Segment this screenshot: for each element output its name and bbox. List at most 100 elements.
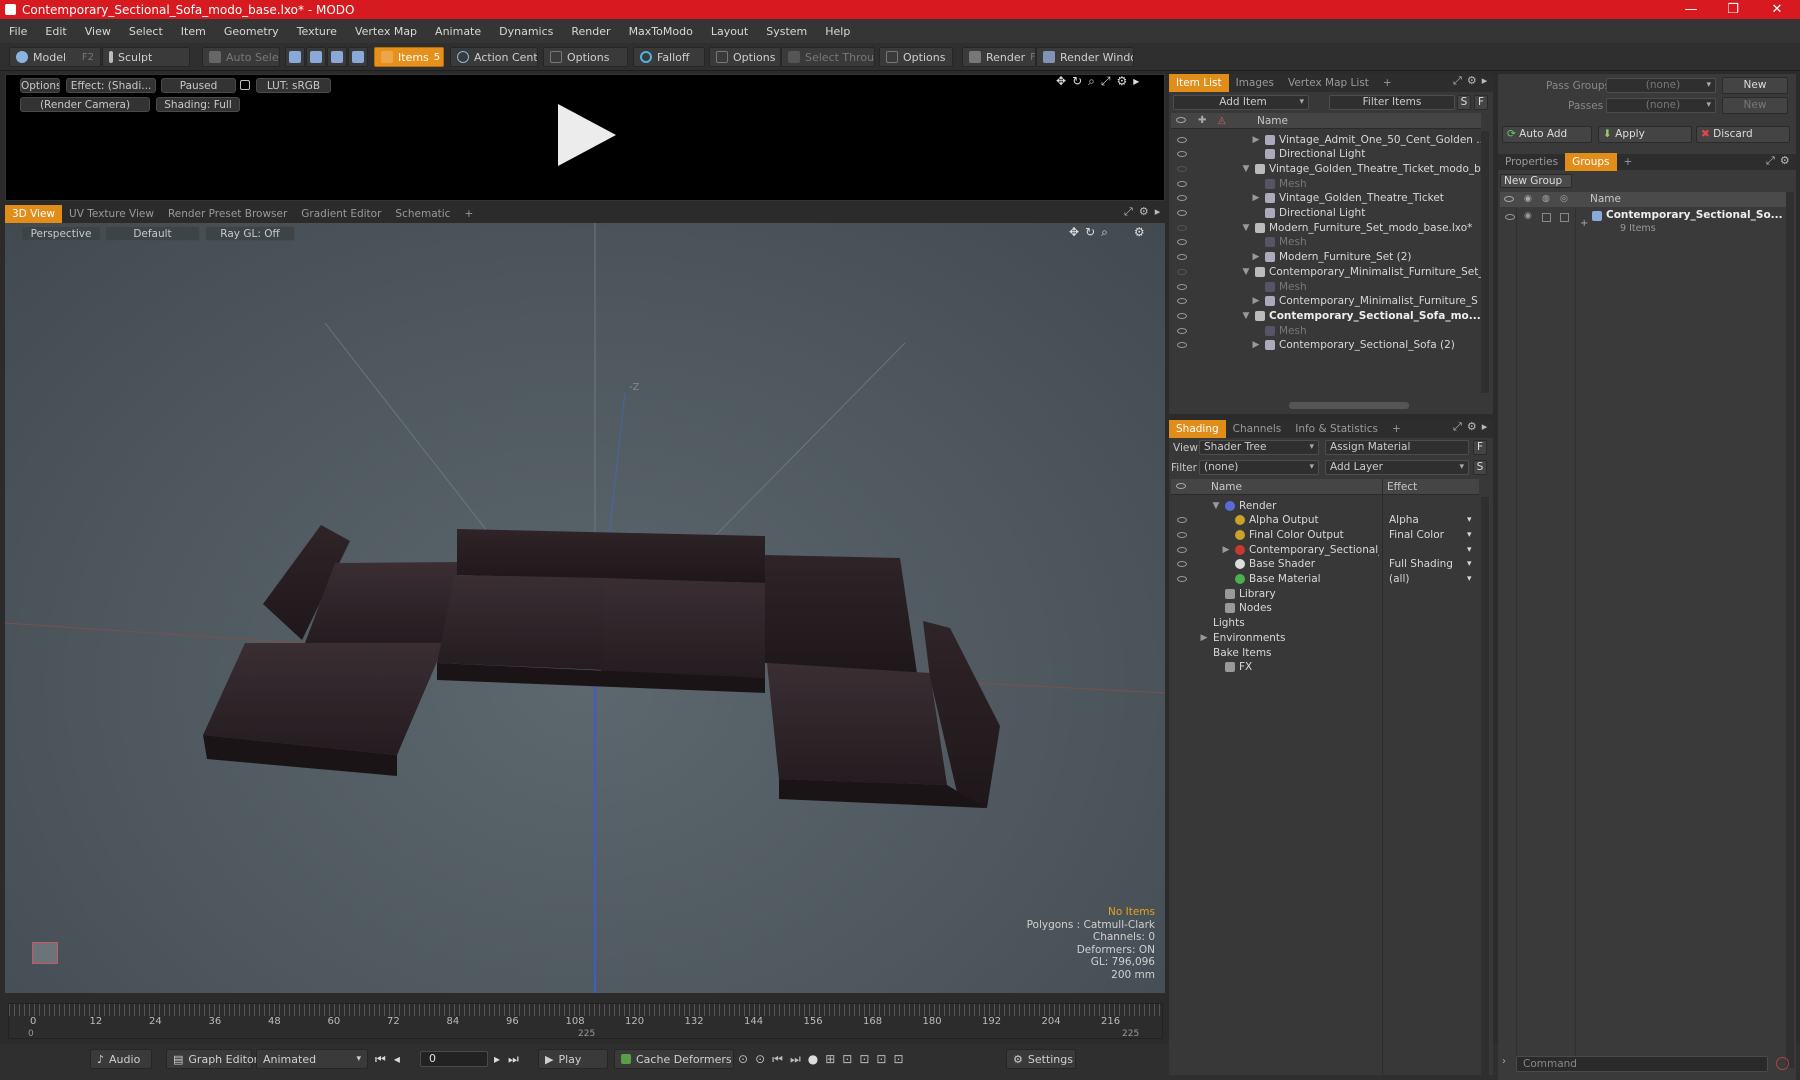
visibility-eye-icon[interactable]: [1177, 298, 1187, 305]
visibility-eye-icon[interactable]: [1177, 327, 1187, 334]
key-settings-icon[interactable]: ⊞: [825, 1052, 835, 1067]
frame-input[interactable]: 0: [420, 1051, 488, 1067]
key-icon[interactable]: ⊙: [755, 1052, 765, 1067]
minimize-button[interactable]: —: [1668, 0, 1714, 19]
select-through-button[interactable]: Select Through: [781, 47, 875, 67]
sofa-model[interactable]: [5, 223, 1165, 993]
tab-channels[interactable]: Channels: [1226, 420, 1289, 438]
step-forward-icon[interactable]: ▸: [494, 1052, 500, 1067]
menu-view[interactable]: View: [76, 25, 120, 38]
shading-f-button[interactable]: F: [1473, 440, 1487, 455]
auto-add-button[interactable]: ⟳ Auto Add: [1502, 126, 1592, 143]
visibility-eye-icon[interactable]: [1177, 239, 1187, 246]
assign-material-button[interactable]: Assign Material: [1325, 440, 1469, 455]
visibility-eye-icon[interactable]: [1177, 165, 1187, 172]
group-visibility-icon[interactable]: [1505, 214, 1515, 220]
new-pass-button[interactable]: New: [1722, 97, 1788, 114]
vertex-select-button[interactable]: [285, 47, 305, 67]
visibility-eye-icon[interactable]: [1177, 517, 1187, 524]
tab-info-statistics[interactable]: Info & Statistics: [1288, 420, 1385, 438]
expand-arrow-icon[interactable]: ▼: [1211, 501, 1221, 511]
menu-system[interactable]: System: [757, 25, 816, 38]
expand-arrow-icon[interactable]: ▶: [1251, 340, 1261, 350]
visibility-eye-icon[interactable]: [1177, 531, 1187, 538]
visibility-eye-icon[interactable]: [1177, 210, 1187, 216]
visibility-eye-icon[interactable]: [1177, 268, 1187, 275]
filter-dropdown[interactable]: (none): [1199, 460, 1319, 475]
menu-file[interactable]: File: [0, 25, 36, 38]
gear-icon[interactable]: ⚙: [1467, 74, 1477, 88]
record-icon[interactable]: ●: [808, 1052, 818, 1067]
animated-dropdown[interactable]: Animated ▾: [256, 1049, 368, 1069]
expand-arrow-icon[interactable]: ▶: [1251, 296, 1261, 306]
items-mode-button[interactable]: Items 5: [374, 47, 444, 67]
command-history-icon[interactable]: [1776, 1057, 1789, 1070]
chevron-down-icon[interactable]: ▾: [1467, 545, 1472, 555]
go-to-start-icon[interactable]: ⏮: [375, 1052, 386, 1067]
tab-schematic[interactable]: Schematic: [388, 205, 457, 223]
maximize-button[interactable]: ❐: [1710, 0, 1756, 19]
zoom-icon[interactable]: ⌕: [1088, 74, 1095, 89]
menu-dynamics[interactable]: Dynamics: [490, 25, 562, 38]
options-button-2[interactable]: Options: [709, 47, 781, 67]
audio-button[interactable]: ♪ Audio: [90, 1049, 152, 1069]
arrow-right-icon[interactable]: ▸: [1155, 205, 1161, 219]
key-icon[interactable]: ⊡: [859, 1052, 869, 1067]
graph-editor-button[interactable]: ▤ Graph Editor: [166, 1049, 258, 1069]
expand-arrow-icon[interactable]: ▶: [1199, 633, 1209, 643]
preview-options-button[interactable]: Options: [20, 78, 60, 93]
visibility-eye-icon[interactable]: [1177, 151, 1187, 158]
visibility-eye-icon[interactable]: [1177, 312, 1187, 319]
go-to-end-icon[interactable]: ⏭: [508, 1052, 519, 1067]
arrow-right-icon[interactable]: ▸: [1482, 74, 1488, 88]
add-tab-icon[interactable]: +: [1385, 420, 1408, 438]
play-icon[interactable]: [554, 102, 618, 168]
view-dropdown[interactable]: Shader Tree: [1199, 440, 1319, 455]
close-button[interactable]: ✕: [1754, 0, 1800, 19]
tab-gradient-editor[interactable]: Gradient Editor: [294, 205, 388, 223]
gear-icon[interactable]: ⚙: [1467, 420, 1477, 434]
arrow-right-icon[interactable]: ▸: [1133, 74, 1139, 89]
passes-dropdown[interactable]: (none): [1606, 98, 1716, 113]
polygon-select-button[interactable]: [327, 47, 347, 67]
preview-lut-dropdown[interactable]: LUT: sRGB: [256, 78, 331, 93]
tab-render-preset-browser[interactable]: Render Preset Browser: [161, 205, 294, 223]
visibility-eye-icon[interactable]: [1177, 546, 1187, 553]
action-center-button[interactable]: Action Center: [450, 47, 538, 67]
add-item-dropdown[interactable]: Add Item: [1173, 95, 1309, 110]
new-group-button[interactable]: New Group: [1500, 174, 1572, 188]
menu-vertex-map[interactable]: Vertex Map: [346, 25, 426, 38]
preview-shading-dropdown[interactable]: Shading: Full: [156, 97, 240, 112]
play-button[interactable]: ▶ Play: [538, 1049, 608, 1069]
apply-button[interactable]: ⬇ Apply: [1598, 126, 1692, 143]
sculpt-mode-button[interactable]: Sculpt: [102, 47, 190, 67]
expand-arrow-icon[interactable]: ▶: [1251, 252, 1261, 262]
maximize-panel-icon[interactable]: ⤢: [1453, 74, 1462, 88]
effect-dropdown[interactable]: Final Color: [1389, 529, 1444, 541]
options-button-3[interactable]: Options: [879, 47, 953, 67]
pass-groups-dropdown[interactable]: (none): [1606, 78, 1716, 93]
menu-edit[interactable]: Edit: [36, 25, 75, 38]
render-window-button[interactable]: Render Window: [1036, 47, 1134, 67]
item-list-f-button[interactable]: F: [1474, 95, 1488, 110]
new-pass-group-button[interactable]: New: [1722, 77, 1788, 94]
maximize-panel-icon[interactable]: ⤢: [1453, 420, 1462, 434]
item-list-scrollbar[interactable]: [1481, 131, 1489, 393]
item-list-row[interactable]: ▶ Contemporary_Sectional_Sofa (2): [1171, 337, 1481, 354]
model-mode-button[interactable]: Model F2: [9, 47, 101, 67]
visibility-eye-icon[interactable]: [1177, 195, 1187, 202]
visibility-eye-icon[interactable]: [1177, 180, 1187, 187]
prev-key-icon[interactable]: ⏮: [772, 1052, 783, 1067]
add-layer-dropdown[interactable]: Add Layer: [1325, 460, 1469, 475]
preview-effect-dropdown[interactable]: Effect: (Shadi...: [66, 78, 156, 93]
key-icon[interactable]: ⊡: [842, 1052, 852, 1067]
add-tab-icon[interactable]: +: [1617, 153, 1640, 171]
chevron-down-icon[interactable]: ▾: [1467, 559, 1472, 569]
discard-button[interactable]: ✖ Discard: [1696, 126, 1790, 143]
effect-dropdown[interactable]: Full Shading: [1389, 558, 1453, 570]
edge-select-button[interactable]: [306, 47, 326, 67]
maximize-panel-icon[interactable]: ⤢: [1766, 154, 1775, 168]
shader-tree-row[interactable]: FX: [1171, 659, 1479, 676]
menu-help[interactable]: Help: [816, 25, 859, 38]
key-icon[interactable]: ⊙: [738, 1052, 748, 1067]
